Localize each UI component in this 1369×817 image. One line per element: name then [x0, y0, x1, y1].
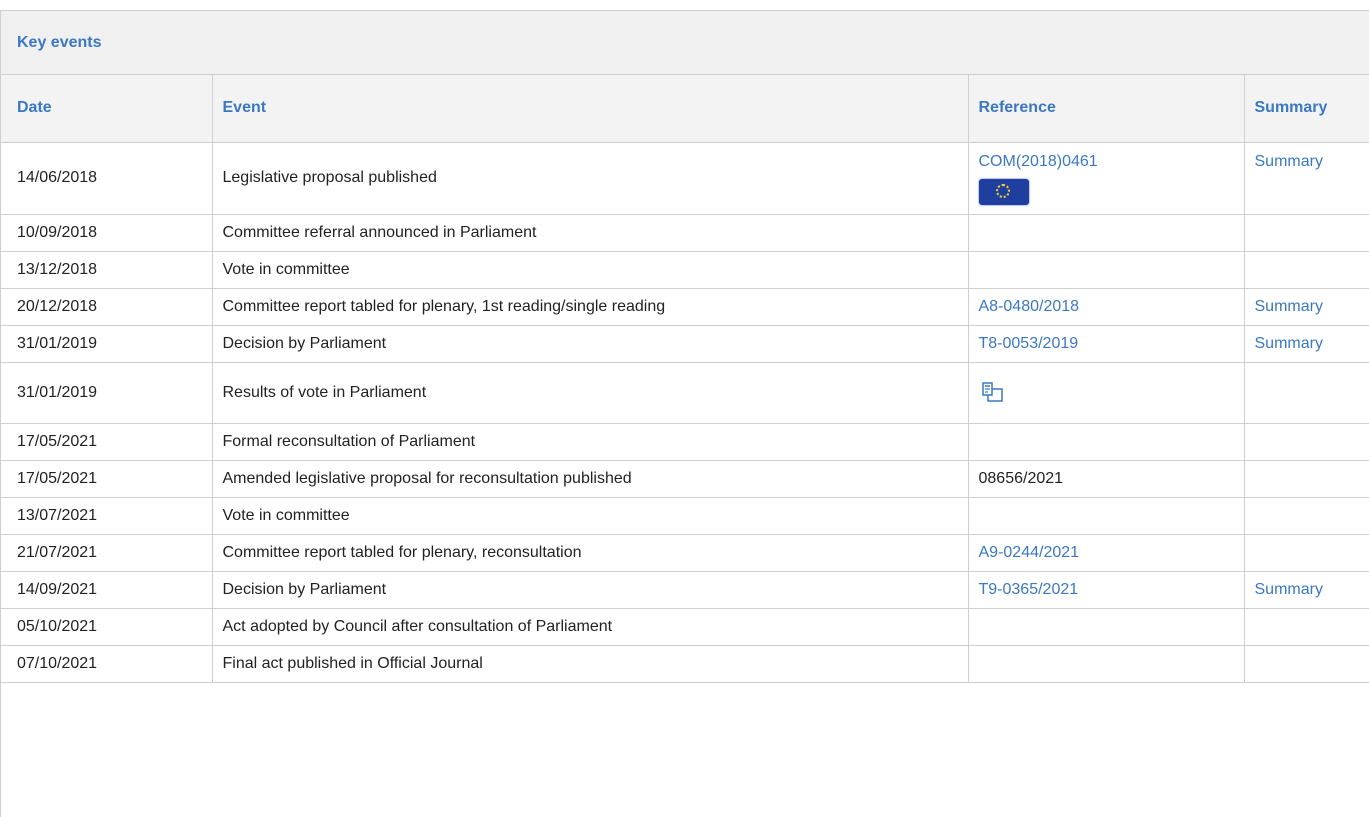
summary-cell: Summary — [1243, 142, 1369, 215]
event-date: 10/09/2018 — [1, 214, 212, 252]
reference-cell — [967, 362, 1244, 424]
event-date: 31/01/2019 — [1, 362, 212, 424]
event-date: 17/05/2021 — [1, 423, 212, 461]
column-header-event: Event — [211, 75, 968, 143]
column-header-date: Date — [1, 75, 212, 143]
reference-cell: 08656/2021 — [967, 460, 1244, 498]
table-row: 31/01/2019 Decision by Parliament T8-005… — [1, 325, 1369, 363]
summary-cell — [1243, 645, 1369, 683]
reference-link[interactable]: T8-0053/2019 — [979, 335, 1079, 352]
event-date: 21/07/2021 — [1, 534, 212, 572]
event-date: 13/07/2021 — [1, 497, 212, 535]
key-events-panel: Key events Date Event Reference Summary … — [0, 10, 1369, 817]
table-row: 31/01/2019 Results of vote in Parliament — [1, 362, 1369, 424]
summary-link[interactable]: Summary — [1255, 298, 1323, 315]
table-row: 13/12/2018 Vote in committee — [1, 251, 1369, 289]
summary-cell — [1243, 460, 1369, 498]
summary-cell — [1243, 362, 1369, 424]
event-name: Decision by Parliament — [211, 571, 968, 609]
table-row: 05/10/2021 Act adopted by Council after … — [1, 608, 1369, 646]
event-name: Final act published in Official Journal — [211, 645, 968, 683]
event-date: 14/06/2018 — [1, 142, 212, 215]
reference-link[interactable]: T9-0365/2021 — [979, 581, 1079, 598]
reference-cell — [967, 251, 1244, 289]
table-header-row: Date Event Reference Summary — [1, 75, 1369, 143]
event-name: Committee referral announced in Parliame… — [211, 214, 968, 252]
summary-cell — [1243, 534, 1369, 572]
reference-cell: A9-0244/2021 — [967, 534, 1244, 572]
event-name: Legislative proposal published — [211, 142, 968, 215]
summary-link[interactable]: Summary — [1255, 153, 1323, 170]
column-header-reference: Reference — [967, 75, 1244, 143]
reference-cell — [967, 214, 1244, 252]
summary-cell — [1243, 423, 1369, 461]
event-date: 14/09/2021 — [1, 571, 212, 609]
summary-cell: Summary — [1243, 288, 1369, 326]
panel-title: Key events — [17, 33, 102, 51]
reference-link[interactable]: A8-0480/2018 — [979, 298, 1080, 315]
event-name: Act adopted by Council after consultatio… — [211, 608, 968, 646]
event-name: Formal reconsultation of Parliament — [211, 423, 968, 461]
table-row: 20/12/2018 Committee report tabled for p… — [1, 288, 1369, 326]
event-date: 07/10/2021 — [1, 645, 212, 683]
reference-cell: A8-0480/2018 — [967, 288, 1244, 326]
event-name: Committee report tabled for plenary, 1st… — [211, 288, 968, 326]
event-name: Decision by Parliament — [211, 325, 968, 363]
event-name: Vote in committee — [211, 251, 968, 289]
event-name: Committee report tabled for plenary, rec… — [211, 534, 968, 572]
reference-cell — [967, 423, 1244, 461]
summary-cell: Summary — [1243, 571, 1369, 609]
panel-header: Key events — [1, 11, 1369, 75]
summary-cell — [1243, 251, 1369, 289]
event-name: Amended legislative proposal for reconsu… — [211, 460, 968, 498]
summary-link[interactable]: Summary — [1255, 581, 1323, 598]
summary-cell — [1243, 497, 1369, 535]
key-events-table: Date Event Reference Summary 14/06/2018 … — [1, 75, 1369, 683]
table-row: 17/05/2021 Amended legislative proposal … — [1, 460, 1369, 498]
reference-cell — [967, 645, 1244, 683]
summary-cell — [1243, 608, 1369, 646]
table-row: 13/07/2021 Vote in committee — [1, 497, 1369, 535]
table-row: 14/06/2018 Legislative proposal publishe… — [1, 142, 1369, 215]
event-name: Vote in committee — [211, 497, 968, 535]
table-row: 17/05/2021 Formal reconsultation of Parl… — [1, 423, 1369, 461]
reference-cell: COM(2018)0461 — [967, 142, 1244, 215]
table-row: 10/09/2018 Committee referral announced … — [1, 214, 1369, 252]
event-date: 31/01/2019 — [1, 325, 212, 363]
eu-flag-icon[interactable] — [978, 178, 1029, 205]
reference-cell: T9-0365/2021 — [967, 571, 1244, 609]
event-date: 05/10/2021 — [1, 608, 212, 646]
summary-cell: Summary — [1243, 325, 1369, 363]
table-row: 21/07/2021 Committee report tabled for p… — [1, 534, 1369, 572]
event-date: 13/12/2018 — [1, 251, 212, 289]
summary-cell — [1243, 214, 1369, 252]
table-row: 14/09/2021 Decision by Parliament T9-036… — [1, 571, 1369, 609]
reference-cell — [967, 608, 1244, 646]
reference-cell: T8-0053/2019 — [967, 325, 1244, 363]
reference-link[interactable]: A9-0244/2021 — [979, 544, 1080, 561]
vote-results-icon[interactable] — [979, 380, 1005, 406]
event-name: Results of vote in Parliament — [211, 362, 968, 424]
summary-link[interactable]: Summary — [1255, 335, 1323, 352]
column-header-summary: Summary — [1243, 75, 1369, 143]
reference-cell — [967, 497, 1244, 535]
table-row: 07/10/2021 Final act published in Offici… — [1, 645, 1369, 683]
event-date: 20/12/2018 — [1, 288, 212, 326]
reference-link[interactable]: COM(2018)0461 — [979, 153, 1098, 170]
event-date: 17/05/2021 — [1, 460, 212, 498]
